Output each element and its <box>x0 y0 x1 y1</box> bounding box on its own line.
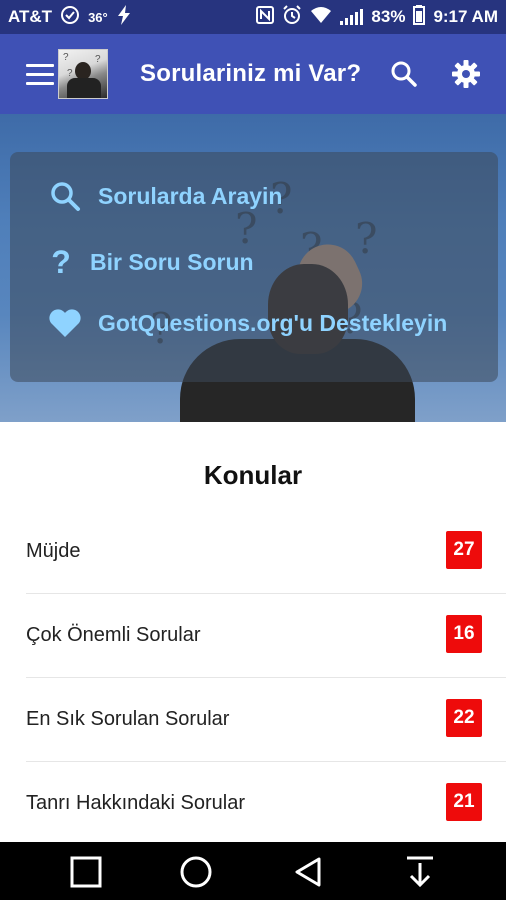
lightning-icon <box>116 4 132 30</box>
battery-icon <box>413 4 426 30</box>
back-icon[interactable] <box>290 854 326 890</box>
count-badge: 16 <box>446 615 482 653</box>
ask-question-label: Bir Soru Sorun <box>90 249 254 275</box>
recent-apps-icon[interactable] <box>68 854 104 890</box>
system-nav-bar <box>0 842 506 900</box>
nfc-icon <box>256 5 275 29</box>
question-icon: ? <box>51 244 71 280</box>
search-icon[interactable] <box>386 56 422 92</box>
wifi-icon <box>310 6 332 29</box>
signal-icon <box>340 9 364 25</box>
support-link[interactable]: GotQuestions.org'u Destekleyin <box>48 308 447 338</box>
download-icon[interactable] <box>402 854 438 890</box>
search-questions-label: Sorularda Arayin <box>98 182 283 209</box>
count-badge: 21 <box>446 783 482 821</box>
hero-banner: ? ? ? ? ? ? Sorularda Arayin ? Bir Soru … <box>0 114 506 422</box>
topics-title: Konular <box>203 460 303 490</box>
list-item[interactable]: Tanrı Hakkındaki Sorular 21 <box>26 762 506 846</box>
topic-label: En Sık Sorulan Sorular <box>26 708 230 730</box>
topic-label: Tanrı Hakkındaki Sorular <box>26 792 245 814</box>
status-right: 83% 9:17 AM <box>256 4 498 30</box>
check-circle-icon <box>60 5 80 30</box>
gear-icon[interactable] <box>448 56 484 92</box>
status-bar: AT&T 36° 83% 9:17 AM <box>0 0 506 34</box>
topic-list: Müjde 27 Çok Önemli Sorular 16 En Sık So… <box>0 510 506 846</box>
support-label: GotQuestions.org'u Destekleyin <box>98 309 448 336</box>
status-left: AT&T 36° <box>8 4 132 30</box>
search-icon <box>48 180 82 212</box>
count-badge: 22 <box>446 699 482 737</box>
topic-label: Çok Önemli Sorular <box>26 624 201 646</box>
temperature-label: 36° <box>88 9 108 25</box>
home-icon[interactable] <box>178 854 214 890</box>
count-badge: 27 <box>446 531 482 569</box>
quick-actions-card: Sorularda Arayin ? Bir Soru Sorun GotQue… <box>10 152 498 382</box>
alarm-icon <box>282 4 302 30</box>
battery-label: 83% <box>371 7 406 26</box>
menu-icon[interactable] <box>26 64 54 86</box>
topic-label: Müjde <box>26 540 81 562</box>
list-item[interactable]: En Sık Sorulan Sorular 22 <box>26 678 506 762</box>
carrier-label: AT&T <box>8 7 53 26</box>
list-item[interactable]: Çok Önemli Sorular 16 <box>26 594 506 678</box>
heart-icon <box>48 308 82 338</box>
list-item[interactable]: Müjde 27 <box>26 510 506 594</box>
search-questions-link[interactable]: Sorularda Arayin <box>48 180 282 212</box>
avatar: ? ? ? <box>58 49 108 99</box>
clock-label: 9:17 AM <box>433 7 498 26</box>
app-bar: ? ? ? Sorulariniz mi Var? <box>0 34 506 114</box>
app-title: Sorulariniz mi Var? <box>140 60 362 87</box>
ask-question-link[interactable]: ? Bir Soru Sorun <box>48 244 254 281</box>
